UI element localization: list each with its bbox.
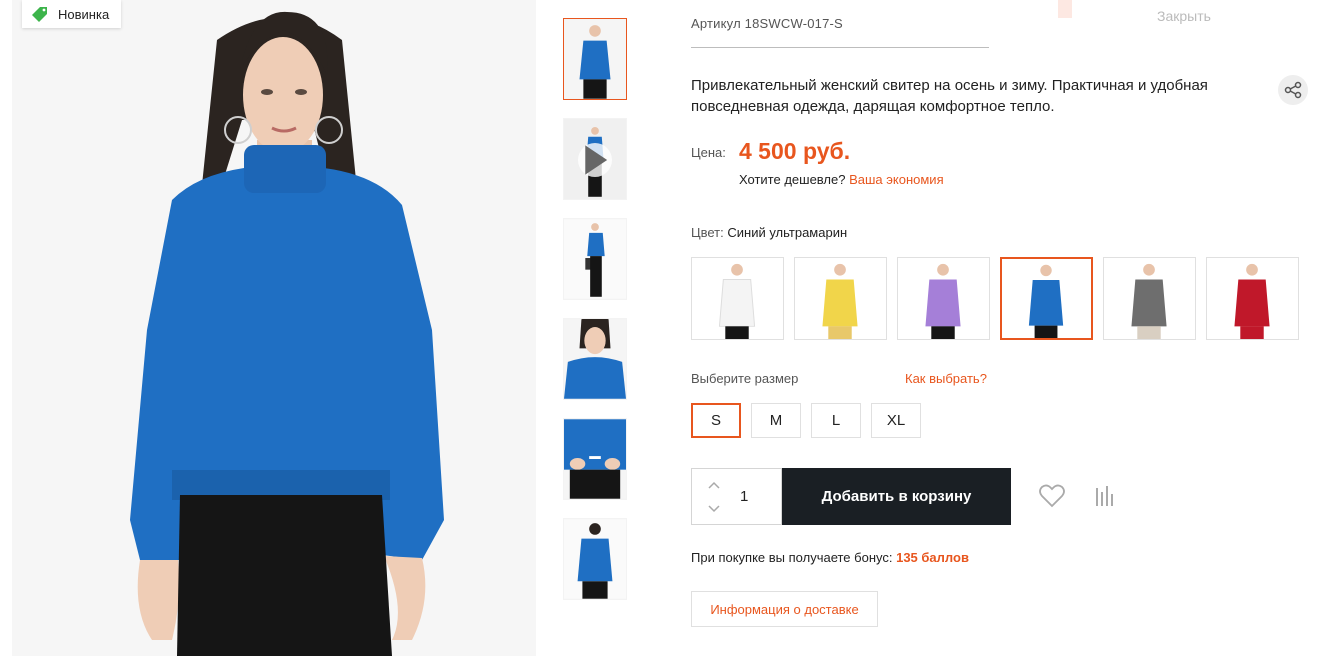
- compare-icon[interactable]: [1094, 484, 1116, 508]
- add-to-cart-button[interactable]: Добавить в корзину: [782, 468, 1011, 525]
- chevron-down-icon: [708, 505, 720, 513]
- swatch-image: [1104, 258, 1195, 339]
- size-xl[interactable]: XL: [871, 403, 921, 438]
- model-image: [12, 0, 536, 656]
- close-link[interactable]: Закрыть: [1157, 8, 1211, 24]
- thumbnail-video[interactable]: [563, 118, 627, 200]
- thumbnail-closeup[interactable]: [563, 318, 627, 400]
- thumbnail-side[interactable]: [563, 218, 627, 300]
- thumbnail-back[interactable]: [563, 518, 627, 600]
- swatch-white[interactable]: [691, 257, 784, 340]
- swatch-blue[interactable]: [1000, 257, 1093, 340]
- color-swatches: [691, 257, 1299, 340]
- color-value: Синий ультрамарин: [727, 225, 848, 240]
- savings-link[interactable]: Ваша экономия: [849, 172, 944, 187]
- color-label: Цвет:: [691, 225, 724, 240]
- share-icon: [1284, 81, 1302, 99]
- tag-icon: [32, 7, 47, 22]
- badge-label: Новинка: [58, 6, 110, 22]
- size-l[interactable]: L: [811, 403, 861, 438]
- size-m[interactable]: M: [751, 403, 801, 438]
- quantity-stepper: 1: [691, 468, 782, 525]
- bonus-text: При покупке вы получаете бонус:: [691, 550, 893, 565]
- play-video-button[interactable]: [578, 143, 612, 177]
- product-description: Привлекательный женский свитер на осень …: [691, 77, 1208, 115]
- close-marker: [1058, 0, 1072, 18]
- swatch-red[interactable]: [1206, 257, 1299, 340]
- size-label: Выберите размер: [691, 371, 799, 386]
- bonus-row: При покупке вы получаете бонус: 135 балл…: [691, 550, 969, 565]
- main-product-photo[interactable]: Новинка: [12, 0, 536, 656]
- cheaper-row: Хотите дешевле? Ваша экономия: [739, 172, 944, 187]
- bonus-points: 135 баллов: [896, 550, 969, 565]
- size-selector: S M L XL: [691, 403, 921, 438]
- thumbnail-list: [563, 18, 627, 618]
- thumbnail-image: [564, 319, 626, 399]
- product-sku: Артикул 18SWCW-017-S: [691, 16, 843, 31]
- swatch-image: [1002, 259, 1091, 338]
- play-icon: [585, 145, 608, 175]
- new-badge: Новинка: [22, 0, 122, 28]
- thumbnail-image: [564, 519, 626, 599]
- cheaper-text: Хотите дешевле?: [739, 172, 846, 187]
- swatch-image: [1207, 258, 1298, 339]
- divider: [691, 47, 989, 48]
- price-label: Цена:: [691, 145, 726, 160]
- product-page: Новинка Закрыть Артикул 18SWCW-017-S При…: [0, 0, 1343, 656]
- thumbnail-image: [564, 419, 626, 499]
- swatch-image: [898, 258, 989, 339]
- product-price: 4 500 руб.: [739, 138, 851, 164]
- thumbnail-image: [564, 19, 626, 99]
- color-row: Цвет: Синий ультрамарин: [691, 225, 847, 240]
- swatch-grey[interactable]: [1103, 257, 1196, 340]
- heart-icon[interactable]: [1038, 482, 1066, 510]
- swatch-image: [795, 258, 886, 339]
- size-s[interactable]: S: [691, 403, 741, 438]
- quantity-increase[interactable]: [706, 479, 722, 491]
- thumbnail-image: [564, 219, 626, 299]
- quantity-decrease[interactable]: [706, 503, 722, 515]
- thumbnail-front[interactable]: [563, 18, 627, 100]
- thumbnail-detail[interactable]: [563, 418, 627, 500]
- share-button[interactable]: [1278, 75, 1308, 105]
- quantity-value[interactable]: 1: [740, 488, 748, 505]
- swatch-lilac[interactable]: [897, 257, 990, 340]
- swatch-image: [692, 258, 783, 339]
- size-guide-link[interactable]: Как выбрать?: [905, 371, 987, 386]
- chevron-up-icon: [708, 481, 720, 489]
- swatch-yellow[interactable]: [794, 257, 887, 340]
- delivery-info-button[interactable]: Информация о доставке: [691, 591, 878, 627]
